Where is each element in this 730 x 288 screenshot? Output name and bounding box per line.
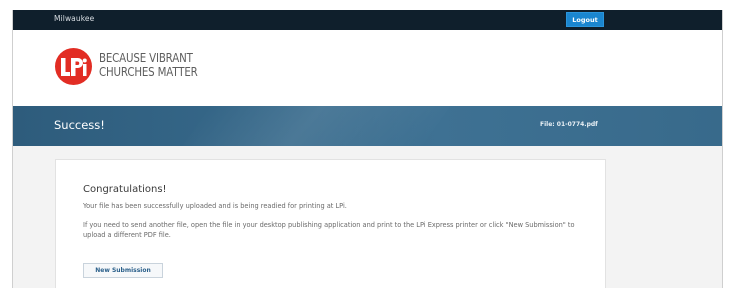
success-card: Congratulations! Your file has been succ… — [55, 159, 606, 288]
file-name-label: File: 01-0774.pdf — [540, 121, 598, 128]
brand-tagline: BECAUSE VIBRANT CHURCHES MATTER — [99, 51, 198, 79]
status-banner: Success! File: 01-0774.pdf — [13, 106, 722, 146]
location-label: Milwaukee — [54, 14, 95, 23]
instructions-message: If you need to send another file, open t… — [83, 221, 575, 239]
site-header: BECAUSE VIBRANT CHURCHES MATTER — [13, 30, 722, 106]
new-submission-button[interactable]: New Submission — [83, 263, 163, 278]
card-title: Congratulations! — [83, 184, 167, 195]
upload-message: Your file has been successfully uploaded… — [83, 202, 347, 210]
tagline-line-1: BECAUSE VIBRANT — [99, 50, 193, 65]
lpi-logo-icon[interactable] — [55, 48, 92, 85]
app-frame: Milwaukee Logout BECAUSE VIBRANT CHURCHE… — [12, 10, 723, 288]
tagline-line-2: CHURCHES MATTER — [99, 64, 198, 79]
page-title: Success! — [54, 118, 105, 132]
logout-button[interactable]: Logout — [566, 12, 604, 27]
top-bar: Milwaukee Logout — [13, 10, 722, 30]
banner-highlight — [168, 106, 458, 146]
